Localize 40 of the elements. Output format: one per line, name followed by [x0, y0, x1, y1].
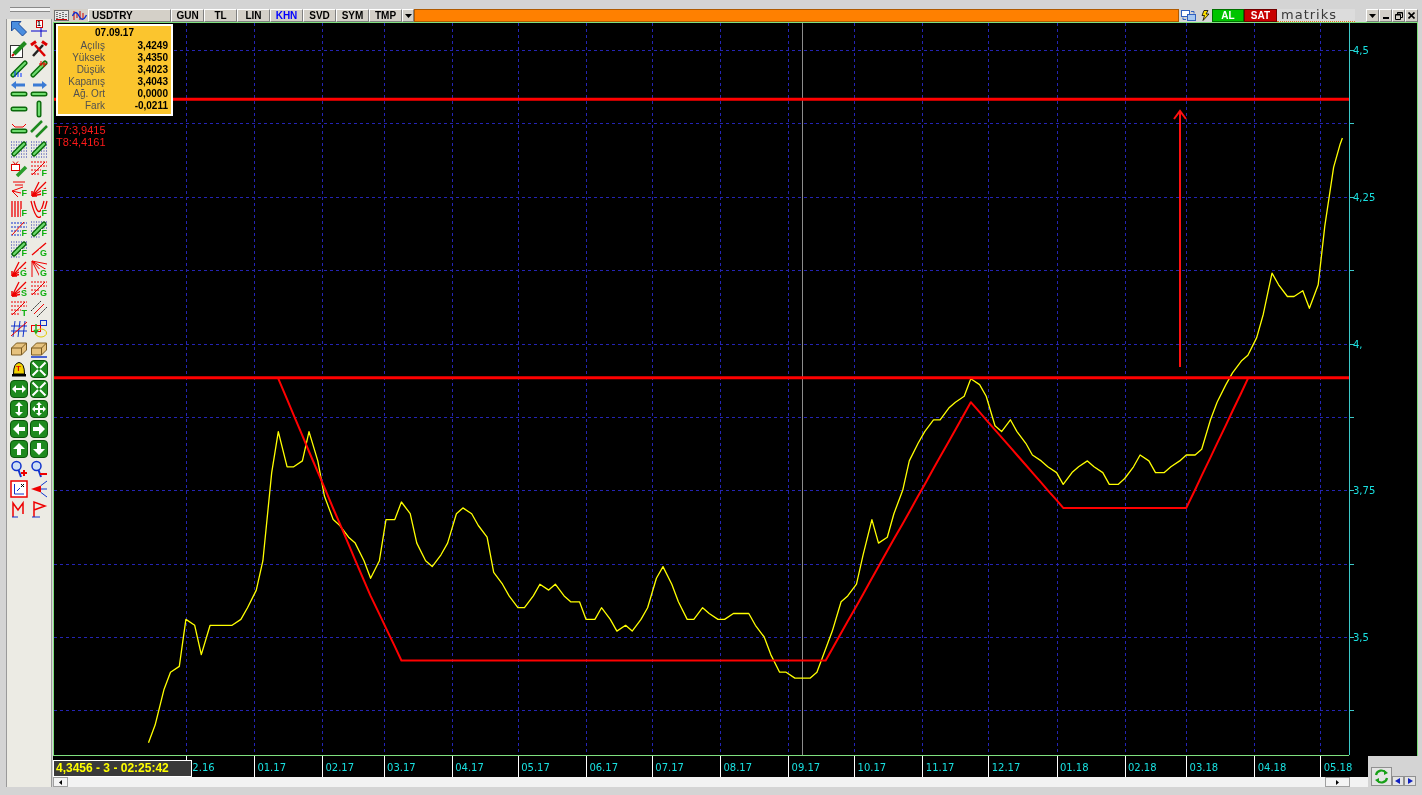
axis-label: 4,: [1353, 338, 1363, 350]
date-label: 07.09.17: [94, 27, 135, 40]
axis-label: 07.17: [655, 762, 684, 773]
axis-label: 04.18: [1257, 762, 1287, 773]
field-value: 3,4350: [136, 52, 168, 64]
axis-label: 03.17: [387, 762, 416, 773]
axis-label: 09.17: [791, 762, 821, 773]
axis-label: 08.17: [723, 762, 753, 773]
axis-label: 04.17: [455, 762, 484, 773]
field-value: 3,4023: [136, 64, 168, 76]
field-label: Fark: [84, 100, 105, 112]
field-label: Ağ. Ort: [72, 88, 105, 100]
axis-label: 10.17: [857, 762, 887, 773]
field-label: Düşük: [75, 64, 105, 76]
axis-label: 4,5: [1353, 45, 1369, 56]
axis-label: 05.18: [1323, 762, 1353, 773]
axis-label: 05.17: [521, 762, 550, 773]
axis-label: 01.18: [1059, 762, 1089, 773]
axis-label: 01.17: [257, 762, 286, 773]
field-value: -0,0211: [133, 100, 168, 112]
axis-label: 2.16: [192, 762, 215, 773]
axis-label: 12.17: [991, 762, 1021, 773]
field-value: 3,4249: [136, 40, 168, 52]
axis-label: 02.17: [325, 762, 355, 773]
status-readout: 4,3456 - 3 - 02:25:42: [53, 760, 192, 777]
field-value: 0,0000: [136, 88, 168, 100]
axis-label: 03.18: [1189, 762, 1219, 773]
axis-label: 3,75: [1353, 485, 1376, 497]
target-label: T8:4,4161: [56, 136, 106, 148]
axis-label: 02.18: [1128, 762, 1157, 773]
axis-label: 4,25: [1353, 191, 1376, 203]
axis-label: 3,5: [1353, 632, 1369, 643]
axis-label: 06.17: [589, 762, 618, 773]
field-value: 3,4043: [136, 76, 168, 88]
target-label: T7:3,9415: [56, 124, 106, 136]
axis-label: 11.17: [925, 762, 955, 773]
field-label: Yüksek: [71, 52, 105, 64]
field-label: Kapanış: [67, 76, 105, 88]
logo: matriks: [1277, 9, 1355, 22]
field-label: Açılış: [79, 40, 105, 52]
